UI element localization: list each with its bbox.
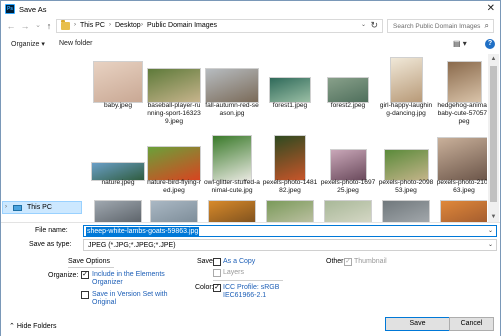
heading-underline: [68, 267, 114, 268]
divider: [213, 280, 283, 281]
cancel-button[interactable]: Cancel: [449, 317, 494, 331]
file-name-label: File name:: [35, 227, 68, 234]
file-grid: baby.jpeg baseball-player-running-sport-1…: [86, 54, 487, 222]
sidebar-item-this-pc[interactable]: › This PC: [2, 201, 82, 214]
save-button[interactable]: Save: [385, 317, 450, 331]
file-item[interactable]: [262, 54, 322, 222]
sidebar-item-label: This PC: [27, 204, 52, 211]
chevron-down-icon: ⌄: [487, 242, 493, 248]
as-a-copy-label[interactable]: As a Copy: [223, 258, 255, 266]
file-item[interactable]: [90, 54, 150, 222]
version-set-label[interactable]: Save in Version Set with Original: [92, 291, 172, 307]
organize-menu-button[interactable]: Organize ▾: [11, 40, 45, 48]
hide-folders-button[interactable]: ⌃ Hide Folders: [9, 322, 57, 330]
file-name-input[interactable]: sheep-white-lambs-goats-59863.jpg ⌄: [83, 225, 497, 237]
include-organizer-label[interactable]: Include in the Elements Organizer: [92, 271, 172, 287]
chevron-up-icon: ⌃: [9, 323, 15, 330]
vertical-scrollbar[interactable]: ▲ ▼: [488, 54, 499, 222]
file-thumbnail: [94, 200, 142, 222]
file-thumbnail: [324, 200, 372, 222]
search-icon: ⌕: [484, 21, 489, 30]
close-icon[interactable]: ✕: [487, 3, 495, 15]
address-bar[interactable]: › This PC › Desktop › Public Domain Imag…: [56, 19, 383, 33]
forward-arrow-icon[interactable]: →: [19, 20, 31, 32]
file-item[interactable]: [378, 54, 438, 222]
file-item[interactable]: [320, 54, 380, 222]
computer-icon: [13, 205, 22, 211]
refresh-icon[interactable]: ↻: [370, 20, 378, 31]
back-arrow-icon[interactable]: ←: [5, 20, 17, 32]
icc-profile-label[interactable]: ICC Profile: sRGB IEC61966-2.1: [223, 284, 293, 300]
file-item[interactable]: [204, 54, 264, 222]
as-a-copy-checkbox[interactable]: [213, 258, 221, 266]
expand-chevron-icon[interactable]: ›: [5, 204, 7, 210]
layers-label: Layers: [223, 269, 245, 276]
chevron-right-icon: ›: [141, 22, 143, 28]
save-as-type-label: Save as type:: [29, 241, 72, 248]
color-label: Color:: [195, 284, 214, 291]
navigation-bar: ← → ⌄ ↑ › This PC › Desktop › Public Dom…: [1, 18, 500, 36]
scroll-down-icon[interactable]: ▼: [488, 212, 499, 222]
breadcrumb-this-pc[interactable]: This PC: [80, 22, 105, 29]
view-options-icon[interactable]: ▤ ▾: [453, 39, 467, 48]
chevron-right-icon: ›: [74, 22, 76, 28]
new-folder-button[interactable]: New folder: [59, 40, 92, 47]
breadcrumb-desktop[interactable]: Desktop: [115, 22, 141, 29]
chevron-right-icon: ›: [109, 22, 111, 28]
file-thumbnail: [440, 200, 487, 222]
save-form: File name: sheep-white-lambs-goats-59863…: [1, 223, 500, 317]
icc-profile-checkbox[interactable]: ✓: [213, 284, 221, 292]
include-organizer-checkbox[interactable]: ✓: [81, 271, 89, 279]
help-icon[interactable]: ?: [485, 39, 495, 49]
breadcrumb-public-domain-images[interactable]: Public Domain Images: [147, 22, 217, 29]
layers-checkbox: [213, 269, 221, 277]
save-as-type-value: JPEG (*.JPG;*.JPEG;*.JPE): [88, 242, 176, 249]
scrollbar-thumb[interactable]: [490, 66, 497, 202]
dialog-title: Save As: [19, 5, 47, 14]
version-set-checkbox[interactable]: [81, 291, 89, 299]
hide-folders-label: Hide Folders: [16, 323, 57, 330]
chevron-down-icon[interactable]: ⌄: [488, 227, 493, 234]
scroll-up-icon[interactable]: ▲: [488, 54, 499, 64]
thumbnail-label: Thumbnail: [354, 258, 387, 265]
file-thumbnail: [382, 200, 430, 222]
save-options-heading: Save Options: [68, 258, 111, 265]
search-placeholder: Search Public Domain Images: [393, 23, 481, 30]
chevron-down-icon[interactable]: ⌄: [361, 21, 366, 28]
search-box[interactable]: Search Public Domain Images ⌕: [387, 19, 494, 33]
navigation-pane: › This PC: [1, 54, 84, 222]
dialog-footer: ⌃ Hide Folders Save Cancel: [1, 317, 500, 336]
toolbar: Organize ▾ New folder ▤ ▾ ?: [1, 36, 500, 53]
photoshop-elements-icon: Ps: [5, 4, 15, 14]
other-label: Other:: [326, 258, 346, 265]
file-item[interactable]: [146, 54, 206, 222]
up-arrow-icon[interactable]: ↑: [43, 20, 55, 32]
save-as-type-select[interactable]: JPEG (*.JPG;*.JPEG;*.JPE) ⌄: [83, 239, 497, 251]
file-thumbnail: [150, 200, 198, 222]
file-name-value: sheep-white-lambs-goats-59863.jpg: [86, 227, 200, 236]
organize-label: Organize:: [48, 272, 79, 279]
file-thumbnail: [266, 200, 314, 222]
file-thumbnail: [208, 200, 256, 222]
save-as-dialog: Ps Save As ✕ ← → ⌄ ↑ › This PC › Desktop…: [0, 0, 501, 336]
file-item[interactable]: [436, 54, 487, 222]
title-bar: Ps Save As ✕: [1, 1, 500, 18]
thumbnail-checkbox: ✓: [344, 258, 352, 266]
folder-icon: [61, 20, 70, 30]
